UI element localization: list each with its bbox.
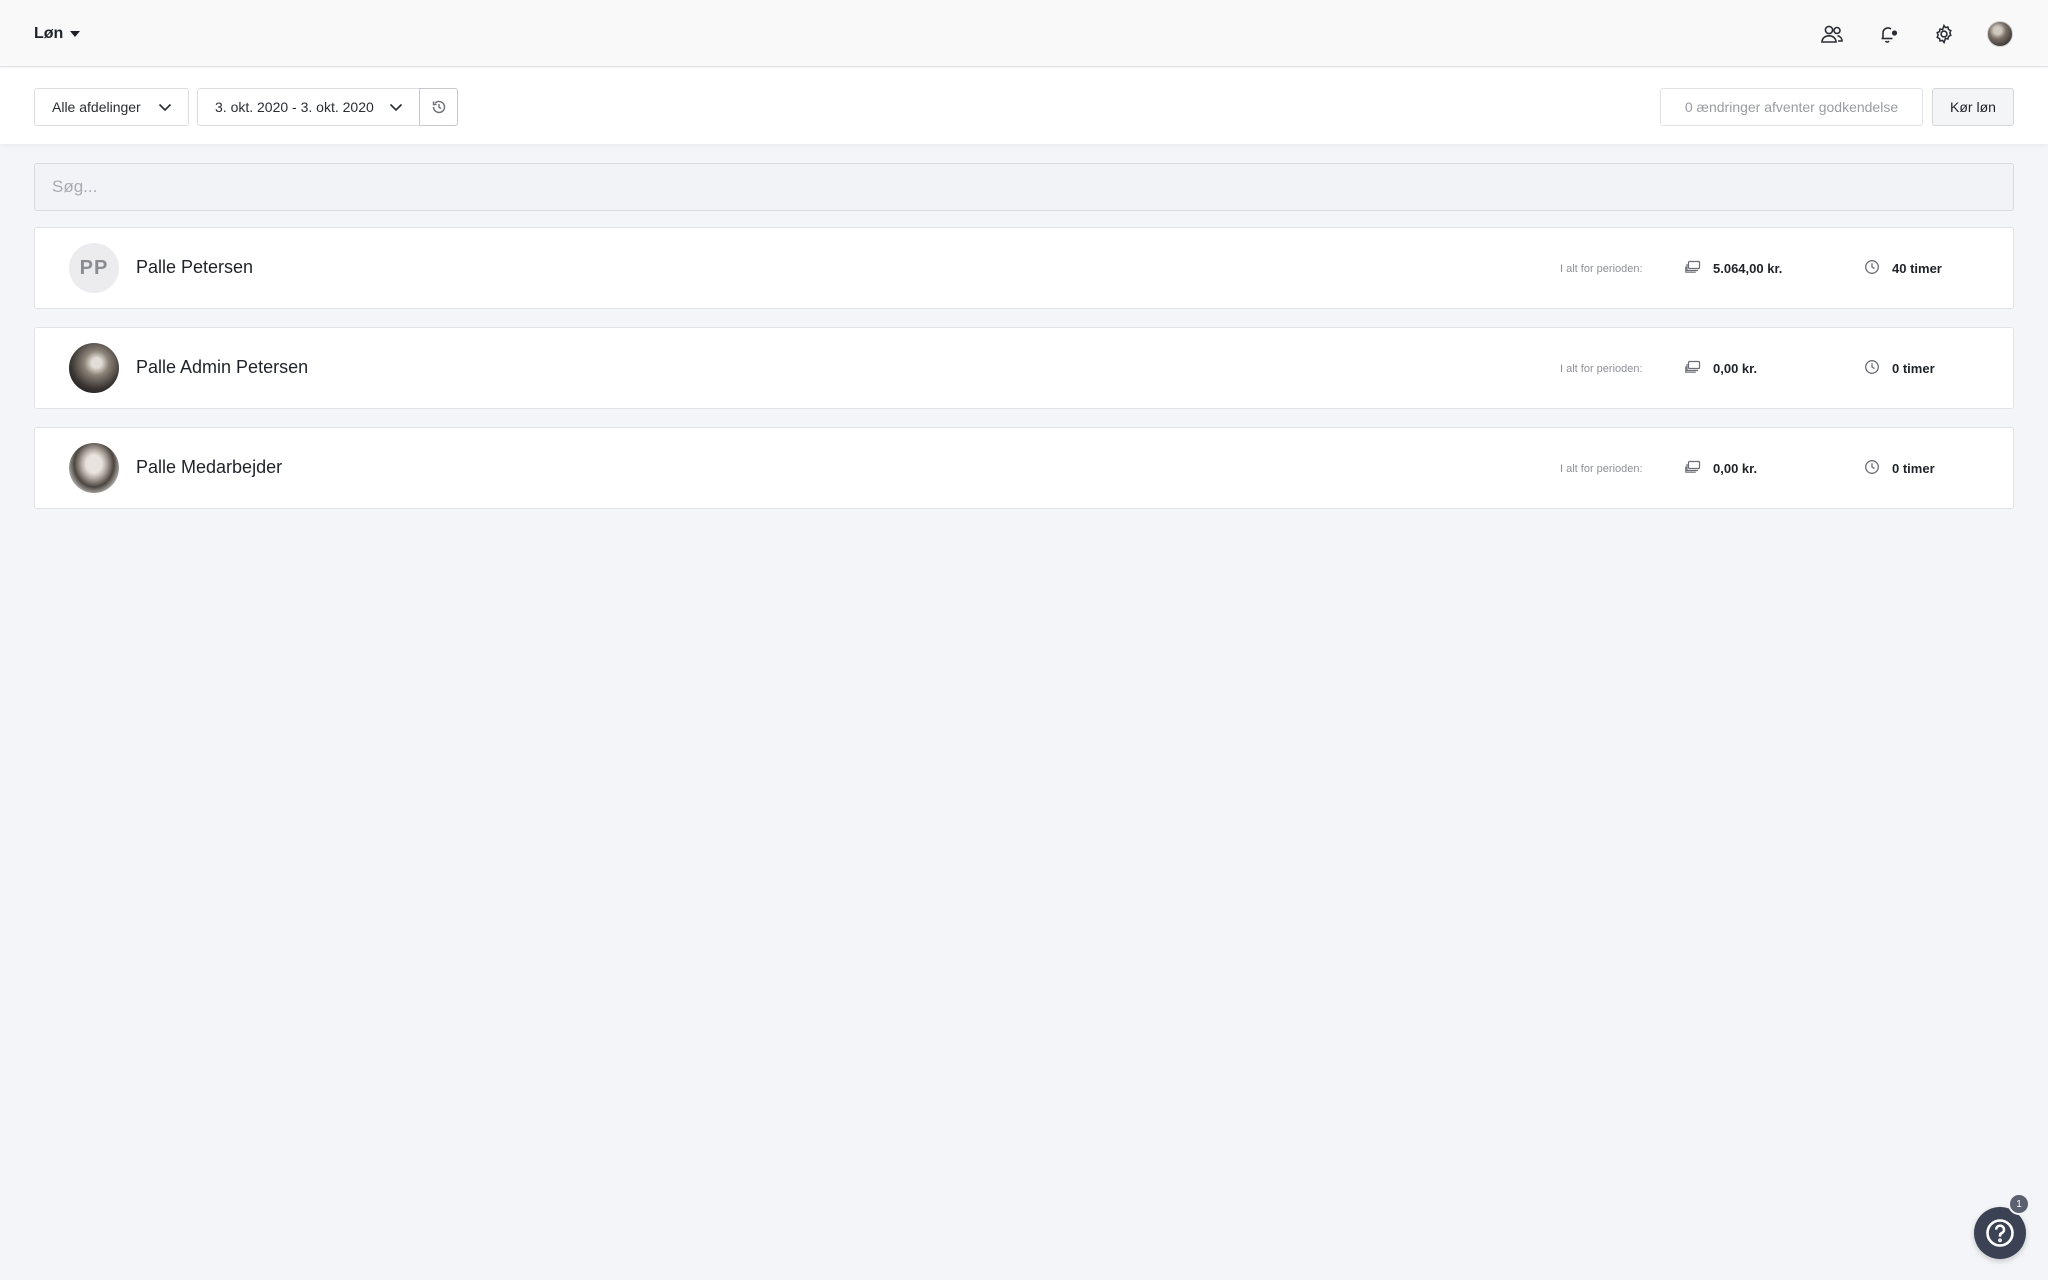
hours-value: 0 timer (1892, 461, 1935, 476)
avatar (69, 443, 119, 493)
clock-icon (1865, 360, 1879, 374)
hours-value: 40 timer (1892, 261, 1942, 276)
period-label: I alt for perioden: (1560, 263, 1643, 275)
money-icon (1685, 460, 1701, 473)
filter-toolbar: Alle afdelinger 3. okt. 2020 - 3. okt. 2… (0, 68, 2048, 144)
clock-icon (1865, 460, 1879, 474)
avatar: PP (69, 243, 119, 293)
amount-value: 5.064,00 kr. (1713, 261, 1783, 276)
gear-icon[interactable] (1930, 20, 1958, 48)
employee-name: Palle Petersen (136, 257, 254, 277)
employee-row[interactable]: Palle Medarbejder I alt for perioden: 0,… (34, 427, 2014, 509)
help-notification-badge: 1 (2008, 1193, 2030, 1215)
department-select-label: Alle afdelinger (52, 99, 141, 115)
clock-icon (1865, 260, 1879, 274)
employee-name: Palle Admin Petersen (136, 357, 309, 377)
avatar (69, 343, 119, 393)
pending-changes-indicator: 0 ændringer afventer godkendelse (1660, 88, 1923, 126)
help-badge-count: 1 (2016, 1198, 2022, 1210)
period-label: I alt for perioden: (1560, 363, 1643, 375)
history-button[interactable] (419, 88, 458, 126)
pending-changes-text: 0 ændringer afventer godkendelse (1684, 99, 1899, 115)
period-label: I alt for perioden: (1560, 463, 1643, 475)
chevron-down-icon (389, 103, 403, 111)
money-icon (1685, 260, 1701, 273)
employee-row[interactable]: Palle Admin Petersen I alt for perioden:… (34, 327, 2014, 409)
date-range-select[interactable]: 3. okt. 2020 - 3. okt. 2020 (197, 88, 420, 126)
money-icon (1685, 360, 1701, 373)
user-avatar[interactable] (1987, 21, 2013, 47)
hours-value: 0 timer (1892, 361, 1935, 376)
date-range-label: 3. okt. 2020 - 3. okt. 2020 (215, 99, 374, 115)
department-select[interactable]: Alle afdelinger (34, 88, 189, 126)
top-bar: Løn (0, 0, 2048, 67)
employee-name: Palle Medarbejder (136, 457, 283, 477)
avatar-initials: PP (79, 256, 109, 279)
history-icon (432, 100, 445, 114)
caret-down-icon (70, 31, 81, 37)
bell-icon[interactable] (1875, 20, 1903, 48)
employee-row[interactable]: PP Palle Petersen I alt for perioden: 5.… (34, 227, 2014, 309)
amount-value: 0,00 kr. (1713, 461, 1758, 476)
app-menu[interactable]: Løn (34, 22, 81, 46)
help-icon (1986, 1219, 2014, 1247)
run-payroll-button[interactable]: Kør løn (1932, 88, 2014, 126)
chevron-down-icon (158, 103, 172, 111)
users-icon[interactable] (1818, 20, 1846, 48)
run-payroll-label: Kør løn (1950, 99, 1996, 115)
app-title: Løn (34, 25, 64, 42)
amount-value: 0,00 kr. (1713, 361, 1758, 376)
search-input[interactable] (34, 163, 2014, 211)
